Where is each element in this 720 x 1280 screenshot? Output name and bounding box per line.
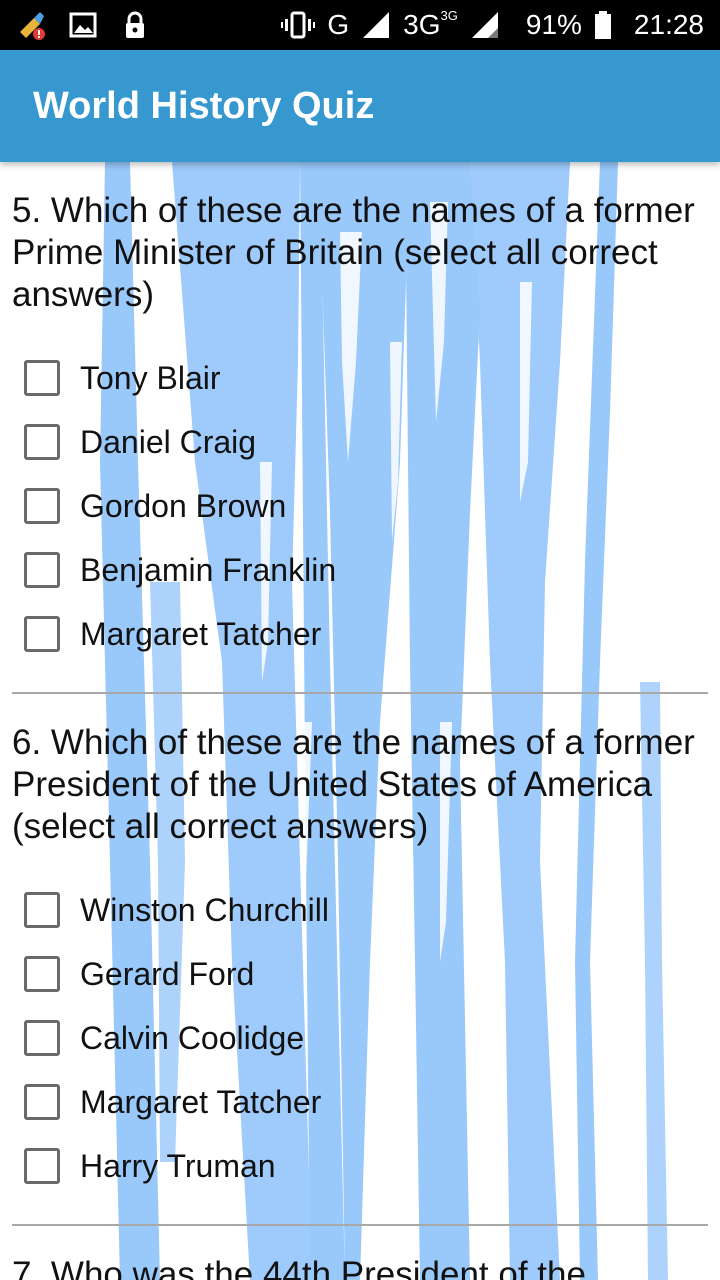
option-label: Benjamin Franklin xyxy=(80,551,337,588)
option-tony-blair[interactable]: Tony Blair xyxy=(24,346,708,410)
image-icon xyxy=(69,12,97,38)
signal-icon xyxy=(363,12,390,38)
option-label: Margaret Tatcher xyxy=(80,1083,322,1120)
app-title: World History Quiz xyxy=(33,84,375,127)
option-label: Calvin Coolidge xyxy=(80,1019,305,1056)
option-label: Gordon Brown xyxy=(80,487,287,524)
answer-options: Winston Churchill Gerard Ford Calvin Coo… xyxy=(12,878,708,1198)
question-text: 6. Which of these are the names of a for… xyxy=(12,723,695,846)
cleaner-icon xyxy=(20,12,45,40)
checkbox[interactable] xyxy=(24,1148,60,1184)
checkbox[interactable] xyxy=(24,616,60,652)
network-type-g: G xyxy=(327,9,350,40)
option-label: Daniel Craig xyxy=(80,423,257,460)
checkbox[interactable] xyxy=(24,1084,60,1120)
checkbox[interactable] xyxy=(24,424,60,460)
status-bar: G 3G3G 91% 21:28 xyxy=(0,0,720,50)
option-daniel-craig[interactable]: Daniel Craig xyxy=(24,410,708,474)
checkbox[interactable] xyxy=(24,956,60,992)
option-winston-churchill[interactable]: Winston Churchill xyxy=(24,878,708,942)
network-type-3g: 3G3G xyxy=(403,7,458,40)
vibrate-icon xyxy=(281,11,316,39)
checkbox[interactable] xyxy=(24,1020,60,1056)
question-text: 5. Which of these are the names of a for… xyxy=(12,191,695,314)
option-calvin-coolidge[interactable]: Calvin Coolidge xyxy=(24,1006,708,1070)
option-margaret-tatcher[interactable]: Margaret Tatcher xyxy=(24,602,708,666)
option-gerard-ford[interactable]: Gerard Ford xyxy=(24,942,708,1006)
option-harry-truman[interactable]: Harry Truman xyxy=(24,1134,708,1198)
question-5: 5. Which of these are the names of a for… xyxy=(0,162,720,694)
lock-icon xyxy=(126,11,144,38)
question-text: 7. Who was the 44th President of the xyxy=(12,1255,586,1280)
question-7: 7. Who was the 44th President of the xyxy=(0,1226,720,1280)
option-label: Tony Blair xyxy=(80,359,221,396)
option-gordon-brown[interactable]: Gordon Brown xyxy=(24,474,708,538)
option-label: Winston Churchill xyxy=(80,891,329,928)
signal-icon xyxy=(471,12,498,38)
app-bar: World History Quiz xyxy=(0,50,720,162)
battery-icon xyxy=(594,11,611,39)
option-label: Margaret Tatcher xyxy=(80,615,322,652)
answer-options: Tony Blair Daniel Craig Gordon Brown Ben… xyxy=(12,346,708,666)
checkbox[interactable] xyxy=(24,552,60,588)
question-list: 5. Which of these are the names of a for… xyxy=(0,162,720,1280)
checkbox[interactable] xyxy=(24,892,60,928)
clock: 21:28 xyxy=(633,9,704,40)
checkbox[interactable] xyxy=(24,488,60,524)
option-label: Harry Truman xyxy=(80,1147,276,1184)
quiz-content[interactable]: 5. Which of these are the names of a for… xyxy=(0,162,720,1280)
battery-percent: 91% xyxy=(525,9,582,40)
checkbox[interactable] xyxy=(24,360,60,396)
option-benjamin-franklin[interactable]: Benjamin Franklin xyxy=(24,538,708,602)
option-margaret-tatcher[interactable]: Margaret Tatcher xyxy=(24,1070,708,1134)
option-label: Gerard Ford xyxy=(80,955,255,992)
question-6: 6. Which of these are the names of a for… xyxy=(0,694,720,1226)
